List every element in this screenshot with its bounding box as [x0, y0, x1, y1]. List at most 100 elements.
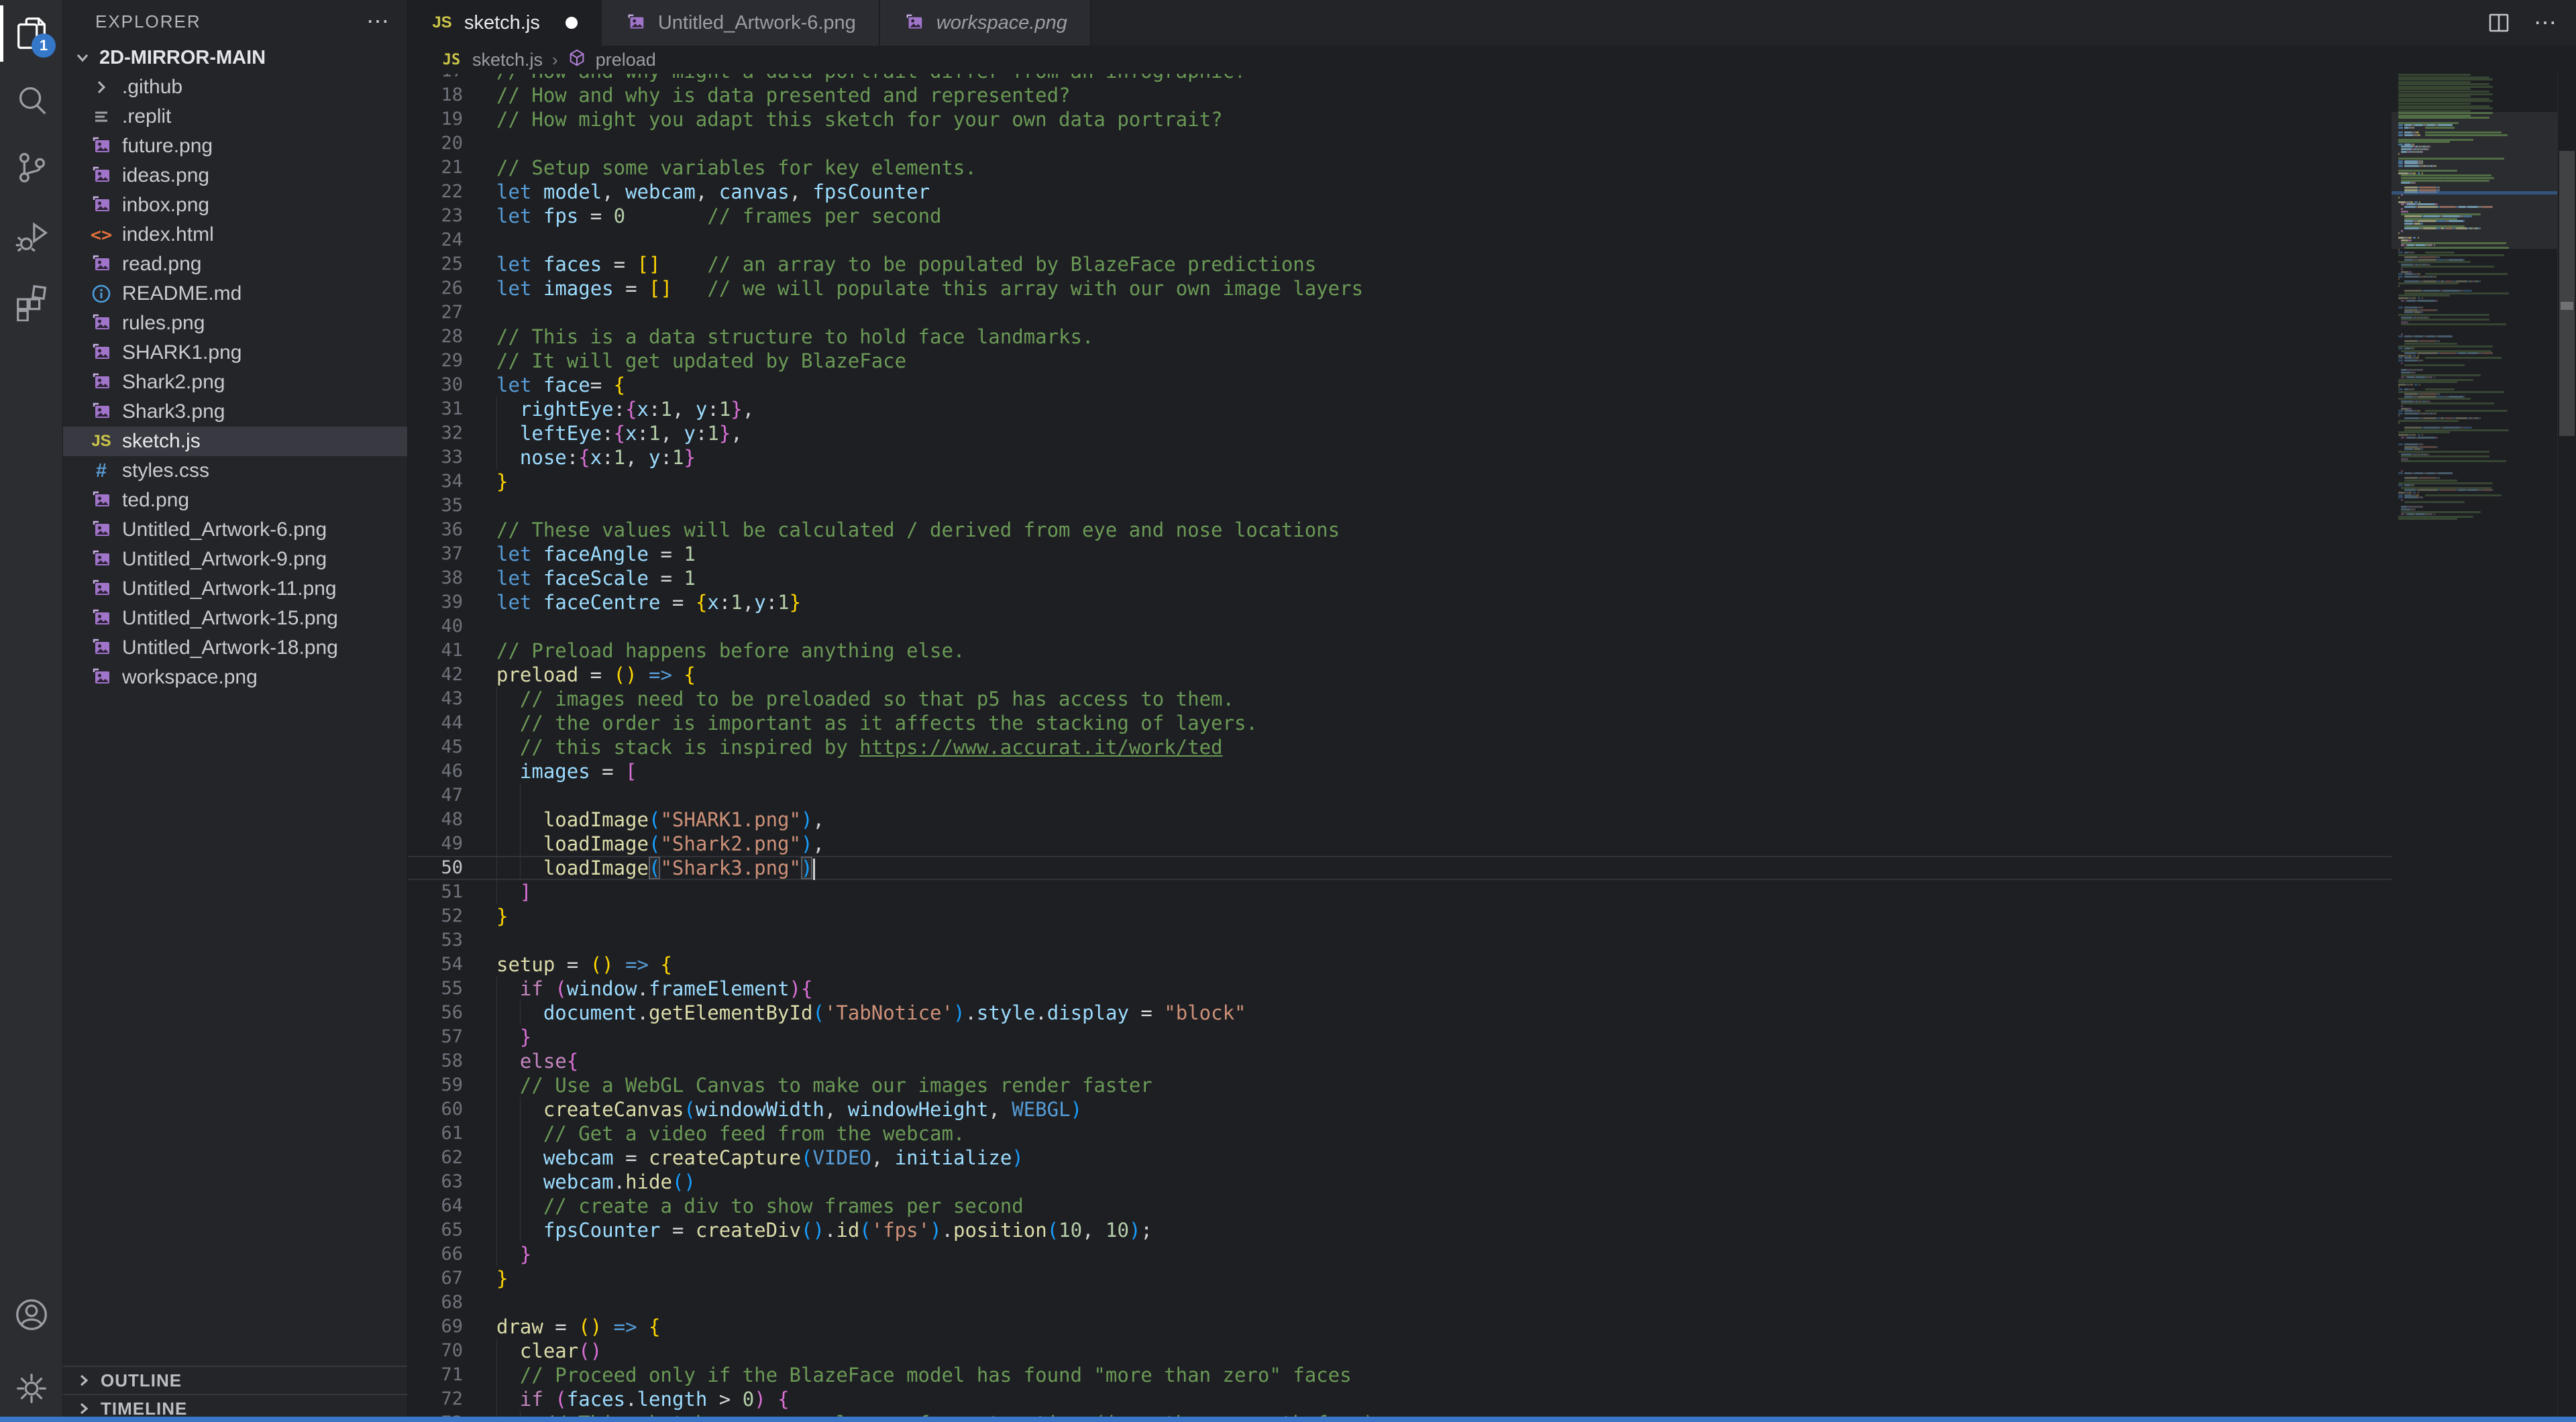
code-line-20[interactable]: 20 — [408, 131, 2392, 156]
code-line-21[interactable]: 21// Setup some variables for key elemen… — [408, 156, 2392, 180]
code-line-63[interactable]: 63 webcam.hide() — [408, 1170, 2392, 1194]
code-line-23[interactable]: 23let fps = 0 // frames per second — [408, 204, 2392, 228]
code-line-41[interactable]: 41// Preload happens before anything els… — [408, 639, 2392, 663]
file-item-.replit[interactable]: .replit — [63, 102, 407, 131]
minimap[interactable] — [2392, 74, 2557, 1422]
code-line-25[interactable]: 25let faces = [] // an array to be popul… — [408, 252, 2392, 276]
tab-sketch.js[interactable]: JSsketch.js — [408, 0, 602, 46]
activity-run-debug-button[interactable] — [0, 201, 62, 268]
activity-settings-button[interactable] — [0, 1355, 62, 1422]
code-line-70[interactable]: 70 clear() — [408, 1339, 2392, 1363]
editor-scrollbar[interactable] — [2557, 74, 2576, 1422]
explorer-more-actions-button[interactable]: ⋯ — [366, 8, 391, 35]
file-item-Untitled_Artwork-18.png[interactable]: Untitled_Artwork-18.png — [63, 633, 407, 663]
code-line-30[interactable]: 30let face= { — [408, 373, 2392, 397]
code-line-67[interactable]: 67} — [408, 1266, 2392, 1291]
file-item-README.md[interactable]: README.md — [63, 279, 407, 309]
code-line-66[interactable]: 66 } — [408, 1242, 2392, 1266]
code-line-31[interactable]: 31 rightEye:{x:1, y:1}, — [408, 397, 2392, 421]
code-line-49[interactable]: 49 loadImage("Shark2.png"), — [408, 832, 2392, 856]
file-item-Shark2.png[interactable]: Shark2.png — [63, 368, 407, 397]
file-item-future.png[interactable]: future.png — [63, 131, 407, 161]
file-item-sketch.js[interactable]: JSsketch.js — [63, 427, 407, 456]
code-line-50[interactable]: 50 loadImage("Shark3.png") — [408, 856, 2392, 880]
code-line-18[interactable]: 18// How and why is data presented and r… — [408, 83, 2392, 107]
file-item-ted.png[interactable]: ted.png — [63, 486, 407, 515]
code-line-32[interactable]: 32 leftEye:{x:1, y:1}, — [408, 421, 2392, 445]
breadcrumb[interactable]: JS sketch.js › preload — [408, 46, 2576, 74]
file-item-Shark3.png[interactable]: Shark3.png — [63, 397, 407, 427]
code-line-57[interactable]: 57 } — [408, 1025, 2392, 1049]
code-line-19[interactable]: 19// How might you adapt this sketch for… — [408, 107, 2392, 131]
code-line-56[interactable]: 56 document.getElementById('TabNotice').… — [408, 1001, 2392, 1025]
code-line-52[interactable]: 52} — [408, 904, 2392, 928]
outline-section-header[interactable]: OUTLINE — [63, 1366, 407, 1394]
tab-Untitled_Artwork-6.png[interactable]: Untitled_Artwork-6.png — [602, 0, 880, 46]
file-item-Untitled_Artwork-15.png[interactable]: Untitled_Artwork-15.png — [63, 604, 407, 633]
code-line-33[interactable]: 33 nose:{x:1, y:1} — [408, 445, 2392, 470]
file-item-.github[interactable]: .github — [63, 72, 407, 102]
code-line-60[interactable]: 60 createCanvas(windowWidth, windowHeigh… — [408, 1097, 2392, 1122]
activity-extensions-button[interactable] — [0, 268, 62, 335]
split-editor-button[interactable] — [2487, 11, 2511, 35]
code-line-69[interactable]: 69draw = () => { — [408, 1315, 2392, 1339]
code-line-38[interactable]: 38let faceScale = 1 — [408, 566, 2392, 590]
activity-source-control-button[interactable] — [0, 134, 62, 201]
code-line-26[interactable]: 26let images = [] // we will populate th… — [408, 276, 2392, 300]
code-line-43[interactable]: 43 // images need to be preloaded so tha… — [408, 687, 2392, 711]
code-line-51[interactable]: 51 ] — [408, 880, 2392, 904]
code-line-65[interactable]: 65 fpsCounter = createDiv().id('fps').po… — [408, 1218, 2392, 1242]
file-item-Untitled_Artwork-9.png[interactable]: Untitled_Artwork-9.png — [63, 545, 407, 574]
breadcrumb-symbol[interactable]: preload — [596, 50, 656, 70]
code-line-54[interactable]: 54setup = () => { — [408, 952, 2392, 977]
file-item-Untitled_Artwork-11.png[interactable]: Untitled_Artwork-11.png — [63, 574, 407, 604]
activity-search-button[interactable] — [0, 67, 62, 134]
file-item-ideas.png[interactable]: ideas.png — [63, 161, 407, 190]
code-line-44[interactable]: 44 // the order is important as it affec… — [408, 711, 2392, 735]
file-item-styles.css[interactable]: #styles.css — [63, 456, 407, 486]
breadcrumb-file[interactable]: sketch.js — [472, 50, 543, 70]
workspace-root-folder[interactable]: 2D-MIRROR-MAIN — [63, 43, 407, 72]
file-item-SHARK1.png[interactable]: SHARK1.png — [63, 338, 407, 368]
scrollbar-thumb[interactable] — [2559, 151, 2575, 436]
code-line-64[interactable]: 64 // create a div to show frames per se… — [408, 1194, 2392, 1218]
tab-workspace.png[interactable]: workspace.png — [880, 0, 1091, 46]
code-line-59[interactable]: 59 // Use a WebGL Canvas to make our ima… — [408, 1073, 2392, 1097]
file-item-Untitled_Artwork-6.png[interactable]: Untitled_Artwork-6.png — [63, 515, 407, 545]
code-line-37[interactable]: 37let faceAngle = 1 — [408, 542, 2392, 566]
code-line-58[interactable]: 58 else{ — [408, 1049, 2392, 1073]
code-line-46[interactable]: 46 images = [ — [408, 759, 2392, 783]
code-line-17[interactable]: 17// How and why might a data portrait d… — [408, 74, 2392, 83]
activity-explorer-button[interactable]: 1 — [0, 0, 62, 67]
file-item-workspace.png[interactable]: workspace.png — [63, 663, 407, 692]
file-item-read.png[interactable]: read.png — [63, 250, 407, 279]
code-line-22[interactable]: 22let model, webcam, canvas, fpsCounter — [408, 180, 2392, 204]
file-item-index.html[interactable]: <>index.html — [63, 220, 407, 250]
code-line-53[interactable]: 53 — [408, 928, 2392, 952]
code-line-47[interactable]: 47 — [408, 783, 2392, 808]
editor-more-actions-button[interactable]: ⋯ — [2534, 9, 2559, 36]
code-editor[interactable]: 17// How and why might a data portrait d… — [408, 74, 2392, 1422]
file-item-inbox.png[interactable]: inbox.png — [63, 190, 407, 220]
code-line-55[interactable]: 55 if (window.frameElement){ — [408, 977, 2392, 1001]
code-line-35[interactable]: 35 — [408, 494, 2392, 518]
code-line-48[interactable]: 48 loadImage("SHARK1.png"), — [408, 808, 2392, 832]
code-line-24[interactable]: 24 — [408, 228, 2392, 252]
code-line-61[interactable]: 61 // Get a video feed from the webcam. — [408, 1122, 2392, 1146]
code-line-39[interactable]: 39let faceCentre = {x:1,y:1} — [408, 590, 2392, 614]
code-line-28[interactable]: 28// This is a data structure to hold fa… — [408, 325, 2392, 349]
code-line-45[interactable]: 45 // this stack is inspired by https://… — [408, 735, 2392, 759]
activity-account-button[interactable] — [0, 1281, 62, 1348]
unsaved-changes-dot[interactable] — [566, 17, 578, 29]
code-line-62[interactable]: 62 webcam = createCapture(VIDEO, initial… — [408, 1146, 2392, 1170]
code-line-72[interactable]: 72 if (faces.length > 0) { — [408, 1387, 2392, 1411]
code-line-68[interactable]: 68 — [408, 1291, 2392, 1315]
code-line-34[interactable]: 34} — [408, 470, 2392, 494]
file-item-rules.png[interactable]: rules.png — [63, 309, 407, 338]
code-line-40[interactable]: 40 — [408, 614, 2392, 639]
code-line-71[interactable]: 71 // Proceed only if the BlazeFace mode… — [408, 1363, 2392, 1387]
code-line-42[interactable]: 42preload = () => { — [408, 663, 2392, 687]
code-line-36[interactable]: 36// These values will be calculated / d… — [408, 518, 2392, 542]
code-line-29[interactable]: 29// It will get updated by BlazeFace — [408, 349, 2392, 373]
code-line-27[interactable]: 27 — [408, 300, 2392, 325]
